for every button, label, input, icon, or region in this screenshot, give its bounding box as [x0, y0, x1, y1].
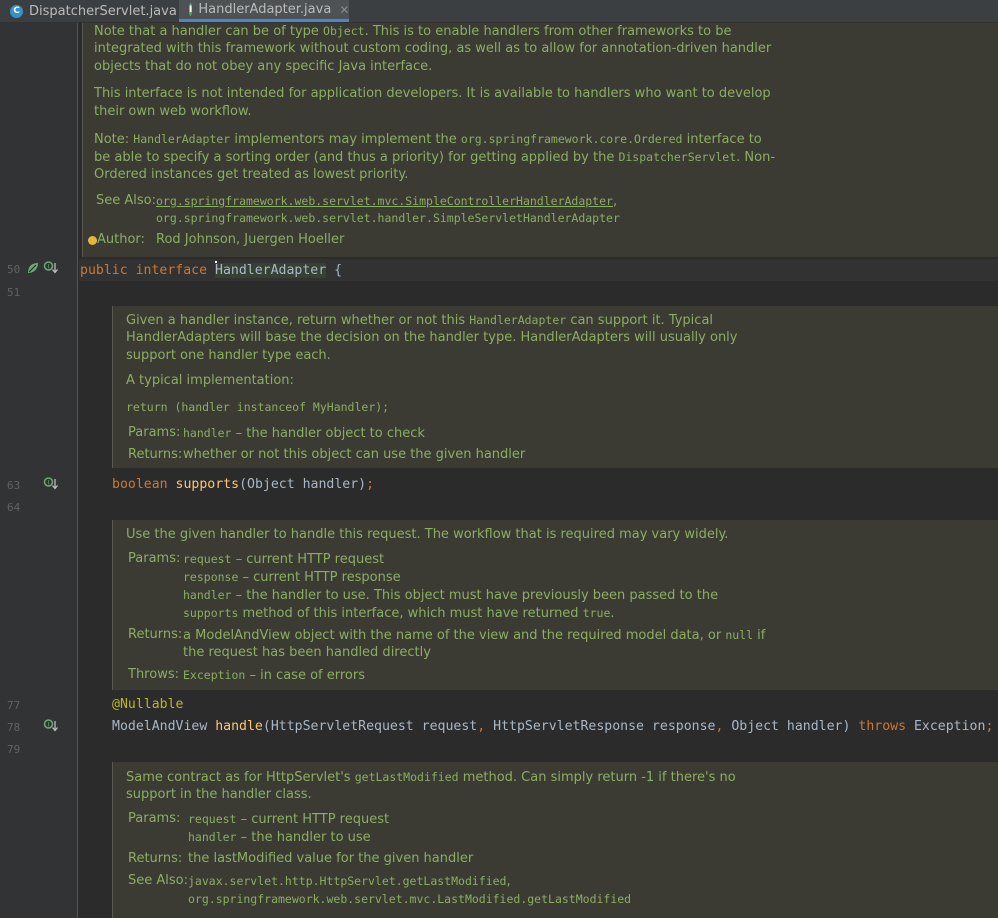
returns-label: Returns: [128, 851, 183, 866]
returns-desc-cont: the request has been handled directly [183, 645, 431, 660]
author-label: Author: [97, 232, 145, 247]
line-number: 77 [7, 699, 21, 712]
doc-text: Use the given handler to handle this req… [126, 527, 729, 542]
see-also-link[interactable]: org.springframework.web.servlet.mvc.Simp… [156, 194, 613, 208]
param-entry: handler – the handler to use. This objec… [183, 588, 719, 603]
svg-text:I: I [48, 264, 50, 271]
spring-bean-icon[interactable] [26, 261, 40, 278]
doc-text: A typical implementation: [126, 373, 294, 388]
tab-dispatcher-servlet[interactable]: C DispatcherServlet.java [0, 0, 178, 22]
doc-text: Given a handler instance, return whether… [126, 313, 714, 328]
param-entry: request – current HTTP request [183, 552, 385, 567]
line-number: 50 [7, 263, 21, 276]
svg-text:I: I [48, 480, 50, 487]
line-number: 63 [7, 479, 21, 492]
implementations-icon[interactable]: I [43, 718, 59, 737]
code-line-50[interactable]: public interface HandlerAdapter { [80, 261, 342, 280]
returns-desc: whether or not this object can use the g… [183, 447, 526, 462]
returns-label: Returns: [128, 627, 183, 642]
doc-text: be able to specify a sorting order (and … [94, 150, 776, 165]
see-also-label: See Also: [128, 873, 188, 888]
code-line-77[interactable]: @Nullable [112, 696, 183, 714]
editor-gutter [0, 23, 78, 918]
doc-text: HandlerAdapters will base the decision o… [126, 330, 738, 345]
code-line-63[interactable]: boolean supports(Object handler); [112, 476, 374, 494]
doc-text: support one handler type each. [126, 348, 331, 363]
doc-text: support in the handler class. [126, 787, 312, 802]
see-also-entry: org.springframework.web.servlet.handler.… [156, 209, 620, 228]
doc-text: Same contract as for HttpServlet's getLa… [126, 770, 736, 785]
class-icon: C [10, 4, 23, 18]
see-also-link[interactable]: javax.servlet.http.HttpServlet.getLastMo… [188, 874, 507, 888]
code-line-78[interactable]: ModelAndView handle(HttpServletRequest r… [112, 718, 993, 736]
param-entry-cont: supports method of this interface, which… [183, 606, 615, 621]
throws-entry: Exception – in case of errors [183, 668, 365, 683]
editor-tab-bar: C DispatcherServlet.java I HandlerAdapte… [0, 0, 998, 23]
doc-text: their own web workflow. [94, 104, 252, 119]
interface-name: HandlerAdapter [215, 263, 327, 278]
param-entry: handler – the handler to use [188, 830, 371, 845]
exception-link[interactable]: Exception [183, 668, 245, 682]
params-label: Params: [128, 425, 181, 440]
params-label: Params: [128, 551, 181, 566]
see-also-link[interactable]: org.springframework.web.servlet.handler.… [156, 211, 620, 225]
see-also-label: See Also: [96, 193, 156, 208]
doc-text: Note: HandlerAdapter implementors may im… [94, 132, 762, 147]
params-label: Params: [128, 811, 181, 826]
close-tab-icon[interactable]: ✕ [339, 3, 349, 17]
doc-text: Note that a handler can be of type Objec… [94, 24, 732, 39]
ordered-link[interactable]: org.springframework.core.Ordered [461, 132, 683, 146]
see-also-entry: org.springframework.web.servlet.mvc.Last… [188, 890, 631, 909]
throws-label: Throws: [128, 667, 179, 682]
returns-desc: the lastModified value for the given han… [188, 851, 474, 866]
see-also-link[interactable]: org.springframework.web.servlet.mvc.Last… [188, 892, 631, 906]
tab-label: HandlerAdapter.java [198, 2, 332, 17]
param-entry: request – current HTTP request [188, 812, 390, 827]
param-entry: response – current HTTP response [183, 570, 401, 585]
returns-desc: a ModelAndView object with the name of t… [183, 628, 766, 643]
interface-icon: I [189, 3, 193, 16]
param-entry: handler – the handler object to check [183, 426, 425, 441]
doc-text: This interface is not intended for appli… [94, 86, 771, 101]
tab-label: DispatcherServlet.java [29, 3, 177, 19]
returns-label: Returns: [128, 447, 183, 462]
lightbulb-icon[interactable] [88, 236, 97, 245]
line-number: 51 [7, 286, 21, 299]
author-value: Rod Johnson, Juergen Hoeller [156, 232, 345, 247]
implementations-icon[interactable]: I [43, 476, 59, 495]
svg-text:I: I [48, 722, 50, 729]
line-number: 64 [7, 501, 21, 514]
line-number: 78 [7, 721, 21, 734]
tab-handler-adapter[interactable]: I HandlerAdapter.java ✕ [179, 0, 349, 22]
doc-text: integrated with this framework without c… [94, 41, 772, 56]
line-number: 79 [7, 743, 21, 756]
doc-code-example: return (handler instanceof MyHandler); [126, 400, 390, 414]
implementations-icon[interactable]: I [43, 260, 59, 279]
doc-text: objects that do not obey any specific Ja… [94, 59, 433, 74]
see-also-entry: javax.servlet.http.HttpServlet.getLastMo… [188, 874, 511, 889]
doc-text: Ordered instances get treated as lowest … [94, 167, 409, 182]
